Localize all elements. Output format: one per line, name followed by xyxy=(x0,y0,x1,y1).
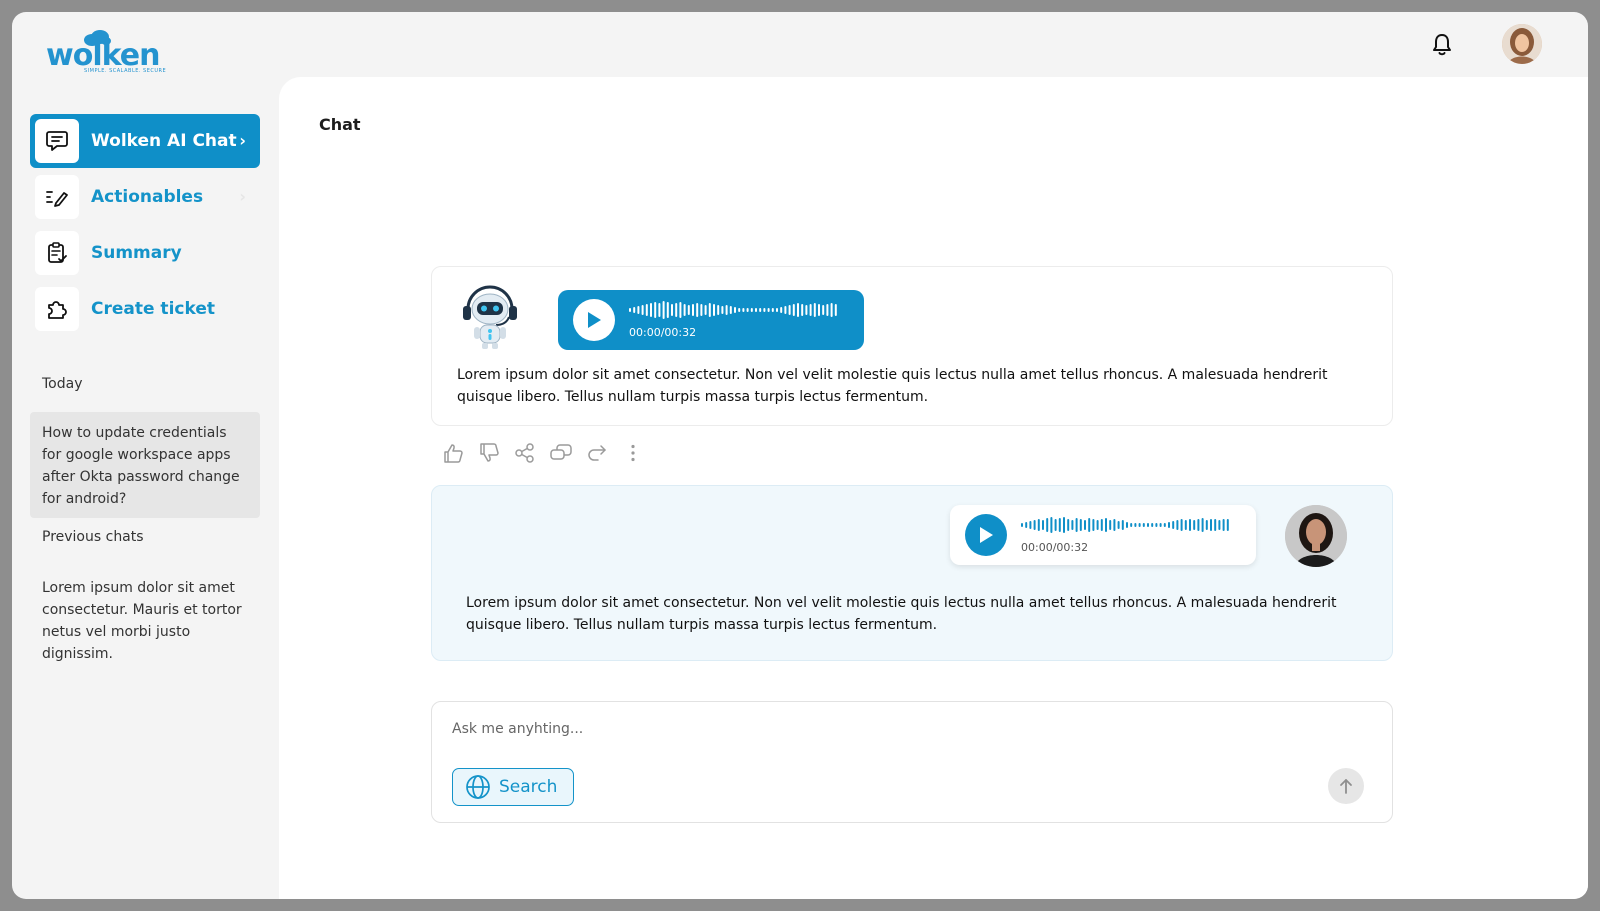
forward-icon xyxy=(588,445,606,461)
chevron-right-icon: › xyxy=(239,187,246,206)
sidebar-item-summary[interactable]: Summary xyxy=(30,226,260,280)
bot-audio-player: 00:00/00:32 xyxy=(558,290,864,350)
thumbs-down-icon xyxy=(480,443,499,462)
sidebar-item-wolken-ai-chat[interactable]: Wolken AI Chat › xyxy=(30,114,260,168)
audio-timestamp: 00:00/00:32 xyxy=(1021,541,1089,554)
forward-button[interactable] xyxy=(585,441,609,465)
user-profile-avatar[interactable] xyxy=(1502,24,1542,64)
checklist-pen-icon xyxy=(46,191,68,207)
chat-history-item-previous[interactable]: Lorem ipsum dolor sit amet consectetur. … xyxy=(42,577,258,665)
sidebar-item-label: Summary xyxy=(91,243,182,263)
user-audio-player: 00:00/00:32 xyxy=(950,505,1256,565)
robot-assistant-icon xyxy=(463,285,517,349)
bot-message-card: 00:00/00:32 Lorem ipsum dolor sit amet c… xyxy=(431,266,1393,426)
globe-icon xyxy=(466,775,490,799)
sidebar-item-label: Create ticket xyxy=(91,299,215,319)
puzzle-icon xyxy=(48,301,67,319)
bot-message-text: Lorem ipsum dolor sit amet consectetur. … xyxy=(457,367,1328,405)
play-icon xyxy=(588,312,601,328)
thumbs-up-button[interactable] xyxy=(441,441,465,465)
more-options-button[interactable] xyxy=(621,441,645,465)
search-label: Search xyxy=(499,777,558,797)
user-message-card: 00:00/00:32 Lorem ipsum dolor sit amet c… xyxy=(431,485,1393,661)
share-button[interactable] xyxy=(513,441,537,465)
chevron-right-icon: › xyxy=(239,131,246,150)
app-window: wolken SIMPLE. SCALABLE. SECURE Wolken A… xyxy=(12,12,1588,899)
thumbs-up-icon xyxy=(444,444,463,463)
today-section-label: Today xyxy=(42,376,83,392)
user-message-text: Lorem ipsum dolor sit amet consectetur. … xyxy=(466,595,1337,633)
chat-input[interactable] xyxy=(452,716,1352,742)
wolken-logo[interactable]: wolken SIMPLE. SCALABLE. SECURE xyxy=(46,26,176,76)
sidebar-item-label: Actionables xyxy=(91,187,204,207)
logo-tagline: SIMPLE. SCALABLE. SECURE xyxy=(84,68,167,74)
message-action-bar xyxy=(441,441,645,465)
audio-waveform[interactable] xyxy=(629,300,841,320)
page-title: Chat xyxy=(319,115,361,134)
copy-icon xyxy=(550,444,572,460)
message-composer: Search xyxy=(431,701,1393,823)
more-vertical-icon xyxy=(631,444,635,462)
chat-icon xyxy=(46,131,68,151)
play-button[interactable] xyxy=(965,514,1007,556)
copy-button[interactable] xyxy=(549,441,573,465)
play-icon xyxy=(980,527,993,543)
previous-chats-label: Previous chats xyxy=(42,529,144,545)
arrow-up-icon xyxy=(1340,779,1352,794)
audio-waveform[interactable] xyxy=(1021,515,1233,535)
user-avatar xyxy=(1285,505,1347,567)
play-button[interactable] xyxy=(573,299,615,341)
sidebar-item-label: Wolken AI Chat xyxy=(91,131,237,151)
web-search-toggle[interactable]: Search xyxy=(452,768,574,806)
sidebar-nav: Wolken AI Chat › Actionables › Summary C… xyxy=(30,114,260,338)
thumbs-down-button[interactable] xyxy=(477,441,501,465)
sidebar-item-actionables[interactable]: Actionables › xyxy=(30,170,260,224)
chat-history-item-today[interactable]: How to update credentials for google wor… xyxy=(30,412,260,518)
sidebar-item-create-ticket[interactable]: Create ticket xyxy=(30,282,260,336)
share-icon xyxy=(515,443,534,463)
audio-timestamp: 00:00/00:32 xyxy=(629,326,697,339)
chat-panel: Chat 00:00/00:32 Lorem ipsum dolor sit a… xyxy=(279,77,1588,899)
clipboard-check-icon xyxy=(48,242,67,263)
send-button[interactable] xyxy=(1328,768,1364,804)
notification-bell-icon[interactable] xyxy=(1430,32,1454,58)
